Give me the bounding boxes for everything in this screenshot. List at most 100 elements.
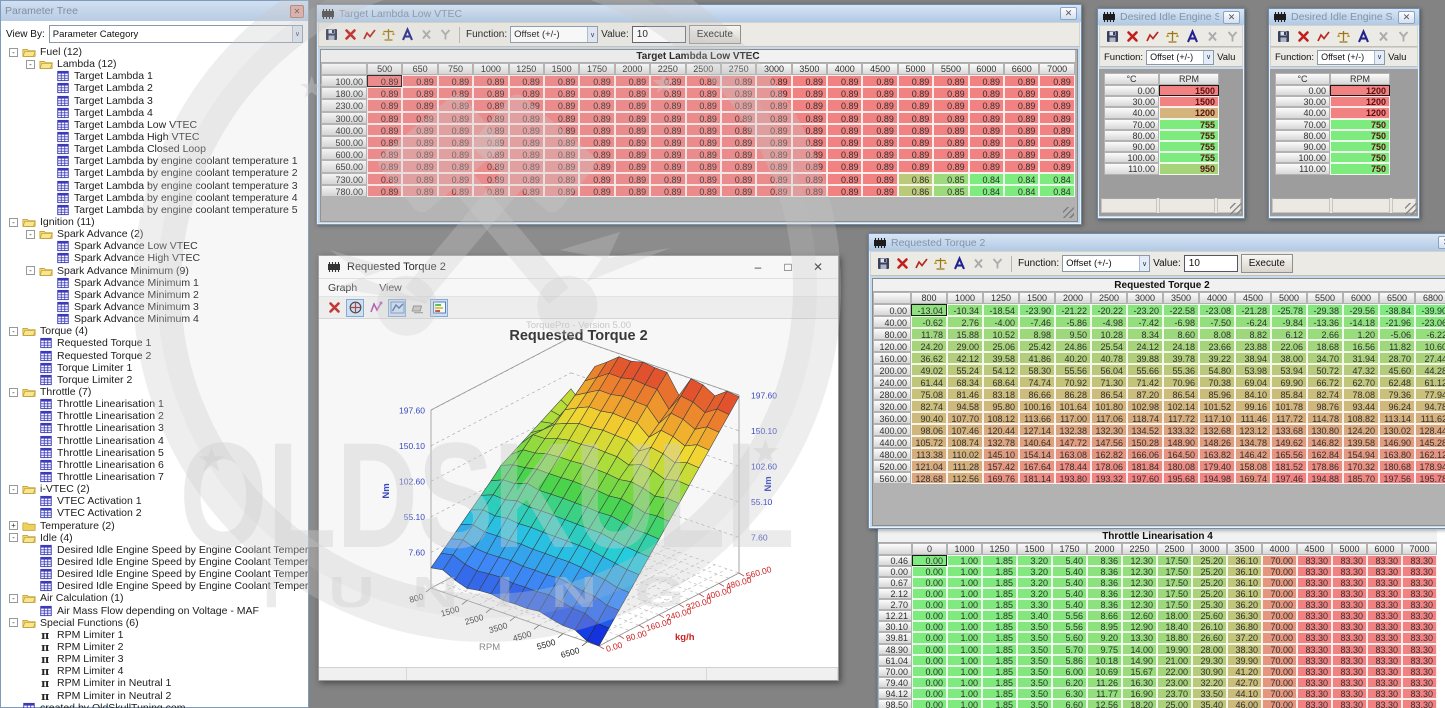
chart-icon[interactable] [1315,28,1331,44]
column-header[interactable]: 2000 [1087,543,1122,555]
window-titlebar[interactable]: Target Lambda Low VTEC ✕ [317,5,1081,22]
pan-icon[interactable] [346,299,364,317]
row-header[interactable]: 0.00 [873,304,911,316]
cell[interactable]: 149.62 [1271,436,1307,448]
cell[interactable]: 0.89 [473,160,508,172]
row-header[interactable]: 100.00 [321,75,367,87]
cell[interactable]: 0.89 [615,75,650,87]
cell[interactable]: 25.06 [983,340,1019,352]
cell[interactable]: 0.89 [827,148,862,160]
cell[interactable]: 70.00 [1262,555,1297,566]
save-icon[interactable] [323,27,339,43]
tree-item[interactable]: Throttle Linearisation 6 [1,459,308,471]
column-header[interactable]: 5000 [1271,292,1307,304]
cell[interactable]: 83.30 [1402,566,1437,577]
cell[interactable]: -13.04 [911,304,947,316]
row-header[interactable]: 560.00 [873,472,911,484]
cell[interactable]: 0.89 [438,112,473,124]
cell[interactable]: 0.89 [615,99,650,111]
cell[interactable]: 10.60 [1415,340,1445,352]
cell[interactable]: 0.89 [898,99,933,111]
column-header[interactable]: 1000 [473,63,508,75]
cell[interactable]: 18.20 [1122,699,1157,708]
minimize-icon[interactable]: – [746,260,770,274]
cell[interactable]: 90.40 [911,412,947,424]
cell[interactable]: 755 [1159,152,1219,163]
tree-item[interactable]: Torque Limiter 2 [1,374,308,386]
cell[interactable]: 83.30 [1367,588,1402,599]
column-header[interactable]: 6600 [1004,63,1039,75]
cell[interactable]: 68.64 [983,376,1019,388]
cell[interactable]: 147.56 [1091,436,1127,448]
cell[interactable]: 146.82 [1307,436,1343,448]
cell[interactable]: 83.30 [1402,688,1437,699]
cell[interactable]: 0.89 [862,185,897,197]
cell[interactable]: 180.08 [1163,460,1199,472]
cell[interactable]: 83.30 [1297,632,1332,643]
cut-icon[interactable] [1375,28,1391,44]
cell[interactable]: 83.30 [1367,699,1402,708]
cell[interactable]: 70.00 [1262,566,1297,577]
cell[interactable]: 0.89 [969,87,1004,99]
cell[interactable]: 83.30 [1297,610,1332,621]
column-header[interactable]: 2250 [1122,543,1157,555]
cell[interactable]: 10.18 [1087,655,1122,666]
row-header[interactable]: 200.00 [873,364,911,376]
row-header[interactable]: 230.00 [321,99,367,111]
cell[interactable]: 162.84 [1307,448,1343,460]
cell[interactable]: 36.80 [1227,621,1262,632]
cell[interactable]: 0.89 [827,173,862,185]
tree-item[interactable]: Throttle Linearisation 7 [1,471,308,483]
tree-item[interactable]: -Spark Advance Minimum (9) [1,265,308,277]
cell[interactable]: 0.89 [969,124,1004,136]
cell[interactable]: 46.00 [1227,699,1262,708]
cell[interactable]: 99.16 [1235,400,1271,412]
cell[interactable]: 1.00 [947,632,982,643]
cell[interactable]: 0.89 [756,87,791,99]
cell[interactable]: 23.88 [1235,340,1271,352]
cell[interactable]: 83.30 [1297,688,1332,699]
cell[interactable]: 24.86 [1055,340,1091,352]
cell[interactable]: 3.50 [1017,644,1052,655]
column-header[interactable]: 1750 [1052,543,1087,555]
cell[interactable]: 83.30 [1332,699,1367,708]
cell[interactable]: 165.56 [1271,448,1307,460]
cell[interactable]: 12.90 [1122,621,1157,632]
cell[interactable]: 36.10 [1227,588,1262,599]
tree-item[interactable]: -i-VTEC (2) [1,483,308,495]
tree-item[interactable]: VTEC Activation 2 [1,507,308,519]
cell[interactable]: 0.89 [544,160,579,172]
cell[interactable]: 750 [1330,130,1390,141]
cell[interactable]: 130.80 [1307,424,1343,436]
tree-item[interactable]: Desired Idle Engine Speed by Engine Cool… [1,556,308,568]
cell[interactable]: 83.30 [1332,632,1367,643]
cell[interactable]: 133.32 [1163,424,1199,436]
expand-toggle[interactable]: - [9,485,18,494]
tree-item[interactable]: Target Lambda Closed Loop [1,143,308,155]
cell[interactable]: 132.30 [1091,424,1127,436]
tree-item[interactable]: Target Lambda by engine coolant temperat… [1,155,308,167]
row-header[interactable]: 30.10 [878,621,912,632]
cell[interactable]: 28.70 [1379,352,1415,364]
cell[interactable]: 0.00 [912,610,947,621]
cell[interactable]: 0.89 [615,87,650,99]
tree-item[interactable]: -Throttle (7) [1,386,308,398]
row-header[interactable]: 80.00 [873,328,911,340]
cell[interactable]: 17.50 [1157,588,1192,599]
row-header[interactable]: 100.00 [1104,152,1159,163]
cell[interactable]: 169.74 [1235,472,1271,484]
cell[interactable]: 0.89 [367,185,402,197]
tree-item[interactable]: Requested Torque 2 [1,350,308,362]
cell[interactable]: 83.30 [1367,621,1402,632]
cell[interactable]: 71.30 [1091,376,1127,388]
column-header[interactable]: 1250 [983,292,1019,304]
tree-item[interactable]: Target Lambda 1 [1,70,308,82]
cell[interactable]: 98.06 [911,424,947,436]
cell[interactable]: 117.00 [1055,412,1091,424]
cell[interactable]: 83.30 [1332,555,1367,566]
expand-toggle[interactable]: - [9,327,18,336]
cell[interactable]: 61.44 [911,376,947,388]
cell[interactable]: 0.89 [367,148,402,160]
cell[interactable]: 0.00 [912,566,947,577]
cell[interactable]: 83.30 [1332,666,1367,677]
